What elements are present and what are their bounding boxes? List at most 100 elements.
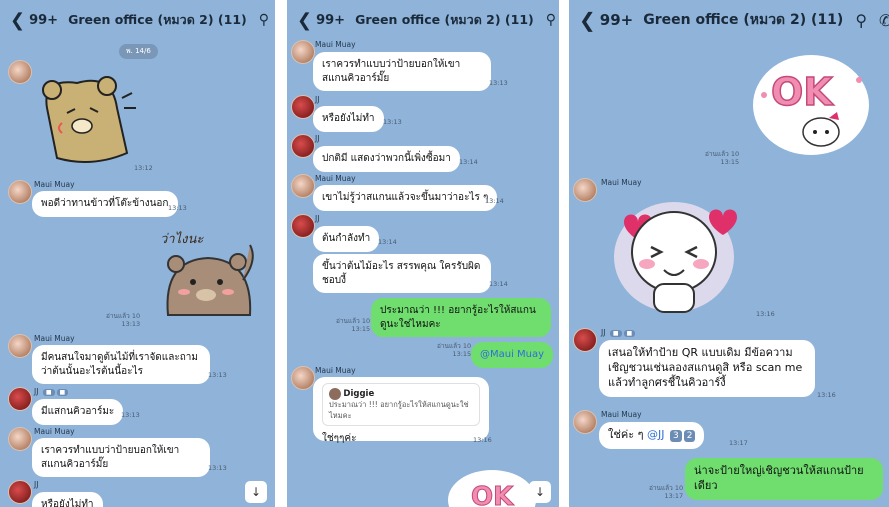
avatar[interactable] (291, 174, 315, 198)
my-message-bubble[interactable]: @Maui Muay (471, 342, 554, 368)
avatar[interactable] (291, 40, 315, 64)
avatar[interactable] (8, 180, 32, 204)
back-chevron-icon[interactable]: ❮ (10, 10, 25, 31)
search-icon[interactable]: ⚲ (259, 12, 269, 28)
sticker-text: OK (771, 70, 834, 114)
message-bubble[interactable]: หรือยังไม่ทำ (313, 106, 384, 132)
timestamp: 13:14 (489, 280, 508, 288)
mention[interactable]: @JJ (647, 428, 665, 441)
read-receipt: อ่านแล้ว 10 13:13 (106, 312, 141, 328)
read-receipt: อ่านแล้ว 10 13:15 (705, 150, 740, 166)
unread-count[interactable]: 99+ (600, 11, 633, 29)
bear-shrug-sticker[interactable] (158, 240, 263, 320)
quoted-message[interactable]: Diggie ประมาณว่า !!! อยากรู้อะไรให้สแกนด… (322, 383, 480, 426)
message-bubble[interactable]: ปกติมี แสดงว่าพวกนี้เพิ่งซื้อมา (313, 146, 460, 172)
avatar[interactable] (291, 366, 315, 390)
chat-screen-3: ❮ 99+ Green office (หมวด 2) (11) ⚲ ✆ ☰ O… (569, 0, 889, 507)
scroll-down-icon[interactable]: ↓ (245, 481, 267, 503)
timestamp: 13:13 (121, 411, 140, 419)
message-bubble[interactable]: พอดีว่าทานข้าวที่โต๊ะข้างนอก (32, 191, 178, 217)
avatar[interactable] (291, 214, 315, 238)
sender-name: Maui Muay (34, 180, 75, 189)
sender-name: JJ (34, 480, 39, 489)
search-icon[interactable]: ⚲ (855, 11, 867, 30)
avatar[interactable] (291, 134, 315, 158)
chat-screen-1: ❮ 99+ Green office (หมวด 2) (11) ⚲ ✆ ☰ พ… (0, 0, 275, 507)
avatar[interactable] (8, 60, 32, 84)
timestamp: 13:16 (817, 391, 836, 399)
date-separator: พ. 14/6 (119, 44, 158, 59)
timestamp: 13:12 (134, 164, 153, 172)
unread-count[interactable]: 99+ (29, 13, 58, 28)
sender-name: Maui Muay (315, 40, 356, 49)
timestamp: 13:13 (383, 118, 402, 126)
my-message-bubble[interactable]: น่าจะป้ายใหญ่เชิญชวนให้สแกนป้ายเดียว (685, 458, 883, 500)
badge: 3 (670, 430, 682, 443)
message-bubble[interactable]: เสนอให้ทำป้าย QR แบบเดิม มีข้อความเชิญชว… (599, 340, 815, 397)
reply-message-bubble[interactable]: Diggie ประมาณว่า !!! อยากรู้อะไรให้สแกนด… (313, 377, 489, 444)
quote-text: ประมาณว่า !!! อยากรู้อะไรให้สแกนดูนะใช่ไ… (329, 400, 469, 420)
sender-name: JJ (315, 95, 320, 104)
avatar[interactable] (573, 410, 597, 434)
sender-name: JJ ■ ■ (601, 328, 636, 337)
message-bubble[interactable]: ใช่ค่ะ ๆ @JJ 32 (599, 422, 705, 449)
avatar[interactable] (8, 480, 32, 504)
message-bubble[interactable]: เราควรทำแบบว่าป้ายบอกให้เขาสแกนคิวอาร์มั… (32, 438, 210, 477)
back-chevron-icon[interactable]: ❮ (297, 10, 312, 31)
quote-sender: Diggie (343, 389, 375, 399)
my-message-bubble[interactable]: ประมาณว่า !!! อยากรู้อะไรให้สแกนดูนะใช่ไ… (371, 298, 551, 337)
chat-title[interactable]: Green office (หมวด 2) (11) (68, 10, 247, 30)
timestamp: 13:16 (473, 436, 492, 444)
sender-name: JJ (315, 214, 320, 223)
chat-title[interactable]: Green office (หมวด 2) (11) (643, 9, 843, 31)
timestamp: 13:14 (459, 158, 478, 166)
timestamp: 13:13 (489, 79, 508, 87)
sender-name: JJ ■ ■ (34, 387, 69, 396)
sender-name: Maui Muay (315, 174, 356, 183)
avatar[interactable] (573, 328, 597, 352)
timestamp: 13:14 (485, 197, 504, 205)
sender-name: Maui Muay (601, 410, 642, 419)
message-bubble[interactable]: เราควรทำแบบว่าป้ายบอกให้เขาสแกนคิวอาร์มั… (313, 52, 491, 91)
avatar[interactable] (8, 334, 32, 358)
crying-mascot-sticker[interactable] (609, 192, 739, 317)
back-chevron-icon[interactable]: ❮ (579, 8, 596, 32)
chat-screen-2: ❮ 99+ Green office (หมวด 2) (11) ⚲ ✆ ☰ M… (287, 0, 559, 507)
avatar[interactable] (291, 95, 315, 119)
sender-name: Maui Muay (34, 427, 75, 436)
sticker-text: OK (471, 482, 514, 507)
timestamp: 13:13 (168, 204, 187, 212)
timestamp: 13:13 (208, 371, 227, 379)
chat-title[interactable]: Green office (หมวด 2) (11) (355, 10, 534, 30)
sender-name: Maui Muay (601, 178, 642, 187)
ok-sticker[interactable]: OK (447, 460, 537, 507)
message-bubble[interactable]: ขึ้นว่าต้นไม้อะไร สรรพคุณ ใครรับผิดชอบงี… (313, 254, 491, 293)
message-bubble[interactable]: ต้นกำลังทำ (313, 226, 380, 252)
chat-header: ❮ 99+ Green office (หมวด 2) (11) ⚲ ✆ ☰ (0, 0, 275, 40)
message-bubble[interactable]: หรือยังไม่ทำ (32, 492, 103, 507)
mention[interactable]: @Maui Muay (480, 349, 544, 360)
search-icon[interactable]: ⚲ (546, 12, 556, 28)
sender-name: Maui Muay (315, 366, 356, 375)
timestamp: 13:13 (208, 464, 227, 472)
read-receipt: อ่านแล้ว 10 13:15 (437, 342, 472, 358)
chat-header: ❮ 99+ Green office (หมวด 2) (11) ⚲ ✆ ☰ (569, 0, 889, 40)
bear-peek-sticker[interactable] (32, 68, 142, 168)
sender-name: Maui Muay (34, 334, 75, 343)
message-bubble[interactable]: มีคนสนใจมาดูต้นไม้ที่เราจัดและถามว่าต้นน… (32, 345, 210, 384)
avatar[interactable] (8, 427, 32, 451)
avatar[interactable] (573, 178, 597, 202)
read-receipt: อ่านแล้ว 10 13:17 (649, 484, 684, 500)
avatar[interactable] (8, 387, 32, 411)
timestamp: 13:14 (378, 238, 397, 246)
message-bubble[interactable]: เขาไม่รู้ว่าสแกนแล้วจะขึ้นมาว่าอะไร ๆ (313, 185, 498, 211)
read-receipt: อ่านแล้ว 10 13:15 (336, 317, 371, 333)
ok-hello-kitty-sticker[interactable]: OK (749, 50, 874, 160)
scroll-down-icon[interactable]: ↓ (529, 481, 551, 503)
timestamp: 13:17 (729, 439, 748, 447)
phone-icon[interactable]: ✆ (879, 11, 889, 30)
timestamp: 13:16 (756, 310, 775, 318)
message-bubble[interactable]: มีแสกนคิวอาร์มะ (32, 399, 124, 425)
unread-count[interactable]: 99+ (316, 13, 345, 28)
avatar (329, 388, 341, 400)
